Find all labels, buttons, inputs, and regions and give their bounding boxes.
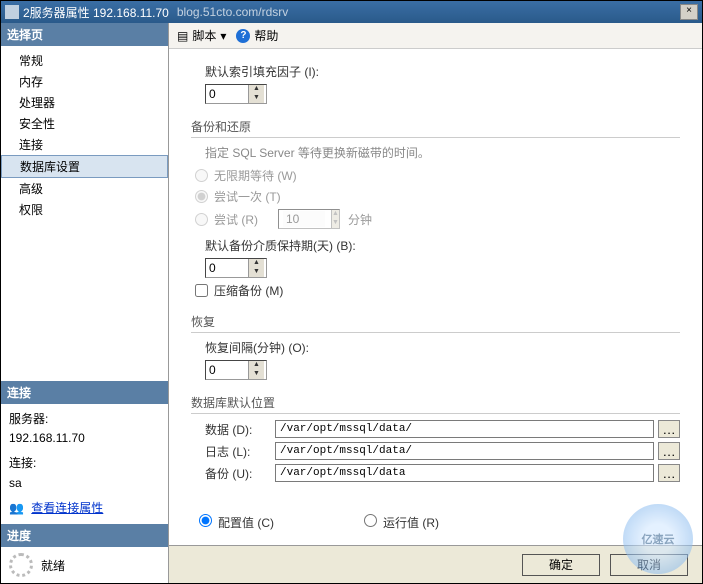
- spin-down-icon[interactable]: ▼: [248, 370, 264, 379]
- compress-backup-label: 压缩备份 (M): [214, 282, 283, 299]
- progress-status: 就绪: [1, 547, 168, 583]
- connection-label: 连接:: [9, 454, 160, 473]
- log-browse-button[interactable]: …: [658, 442, 680, 460]
- sidebar-item-permissions[interactable]: 权限: [1, 199, 168, 220]
- select-page-header: 选择页: [1, 23, 168, 46]
- try-once-radio: [195, 190, 208, 203]
- window-title: 2服务器属性 192.168.11.70: [23, 4, 169, 21]
- people-icon: 👥: [9, 499, 24, 518]
- fill-factor-input[interactable]: [206, 86, 248, 102]
- configured-values-radio[interactable]: 配置值 (C): [199, 514, 274, 531]
- data-location-label: 数据 (D):: [205, 421, 275, 438]
- backup-location-input[interactable]: [275, 464, 654, 482]
- sidebar-item-connections[interactable]: 连接: [1, 134, 168, 155]
- backup-hint: 指定 SQL Server 等待更换新磁带的时间。: [205, 144, 680, 161]
- help-icon: ?: [236, 29, 250, 43]
- spin-up-icon[interactable]: ▲: [248, 85, 264, 94]
- recovery-interval-label: 恢复间隔(分钟) (O):: [205, 339, 680, 356]
- script-icon: ▤: [177, 29, 188, 43]
- recovery-section: 恢复: [191, 313, 680, 333]
- view-connection-properties[interactable]: 👥 查看连接属性: [9, 499, 160, 518]
- default-locations-section: 数据库默认位置: [191, 394, 680, 414]
- minutes-label: 分钟: [348, 211, 372, 228]
- spin-up-icon[interactable]: ▲: [248, 361, 264, 370]
- connection-value: sa: [9, 474, 160, 493]
- cancel-button[interactable]: 取消: [610, 554, 688, 576]
- server-label: 服务器:: [9, 410, 160, 429]
- wait-indefinitely-label: 无限期等待 (W): [214, 167, 297, 184]
- retention-label: 默认备份介质保持期(天) (B):: [205, 237, 680, 254]
- close-icon[interactable]: ×: [680, 4, 698, 20]
- progress-header: 进度: [1, 524, 168, 547]
- spinner-icon: [9, 553, 33, 577]
- backup-restore-section: 备份和还原: [191, 118, 680, 138]
- ready-label: 就绪: [41, 557, 65, 574]
- toolbar: ▤ 脚本 ▾ ? 帮助: [169, 23, 702, 49]
- help-button[interactable]: ? 帮助: [236, 27, 278, 44]
- page-list: 常规 内存 处理器 安全性 连接 数据库设置 高级 权限: [1, 46, 168, 224]
- spin-down-icon[interactable]: ▼: [248, 268, 264, 277]
- try-for-radio: [195, 213, 208, 226]
- log-location-input[interactable]: [275, 442, 654, 460]
- backup-location-label: 备份 (U):: [205, 465, 275, 482]
- running-values-radio[interactable]: 运行值 (R): [364, 514, 439, 531]
- retention-stepper[interactable]: ▲▼: [205, 258, 267, 278]
- backup-browse-button[interactable]: …: [658, 464, 680, 482]
- chevron-down-icon: ▾: [220, 29, 226, 43]
- compress-backup-checkbox[interactable]: [195, 284, 208, 297]
- script-button[interactable]: ▤ 脚本 ▾: [177, 27, 226, 44]
- sidebar-item-advanced[interactable]: 高级: [1, 178, 168, 199]
- spin-up-icon[interactable]: ▲: [248, 259, 264, 268]
- data-browse-button[interactable]: …: [658, 420, 680, 438]
- recovery-interval-input[interactable]: [206, 362, 248, 378]
- button-bar: 确定 取消: [169, 545, 702, 583]
- log-location-label: 日志 (L):: [205, 443, 275, 460]
- server-value: 192.168.11.70: [9, 429, 160, 448]
- connection-info: 服务器: 192.168.11.70 连接: sa 👥 查看连接属性: [1, 404, 168, 524]
- sidebar-item-memory[interactable]: 内存: [1, 71, 168, 92]
- data-location-input[interactable]: [275, 420, 654, 438]
- try-once-label: 尝试一次 (T): [214, 188, 281, 205]
- recovery-interval-stepper[interactable]: ▲▼: [205, 360, 267, 380]
- fill-factor-label: 默认索引填充因子 (I):: [205, 63, 680, 80]
- fill-factor-stepper[interactable]: ▲▼: [205, 84, 267, 104]
- watermark-url: blog.51cto.com/rdsrv: [177, 5, 288, 19]
- connection-header: 连接: [1, 381, 168, 404]
- sidebar-item-security[interactable]: 安全性: [1, 113, 168, 134]
- wait-indefinitely-radio: [195, 169, 208, 182]
- titlebar: 2服务器属性 192.168.11.70 blog.51cto.com/rdsr…: [1, 1, 702, 23]
- sidebar-item-processors[interactable]: 处理器: [1, 92, 168, 113]
- sidebar-item-general[interactable]: 常规: [1, 50, 168, 71]
- ok-button[interactable]: 确定: [522, 554, 600, 576]
- app-icon: [5, 5, 19, 19]
- try-minutes-stepper: ▲▼: [278, 209, 340, 229]
- try-minutes-input: [283, 211, 325, 227]
- spin-down-icon[interactable]: ▼: [248, 94, 264, 103]
- sidebar-item-database-settings[interactable]: 数据库设置: [1, 155, 168, 178]
- retention-input[interactable]: [206, 260, 248, 276]
- try-for-label: 尝试 (R): [214, 211, 258, 228]
